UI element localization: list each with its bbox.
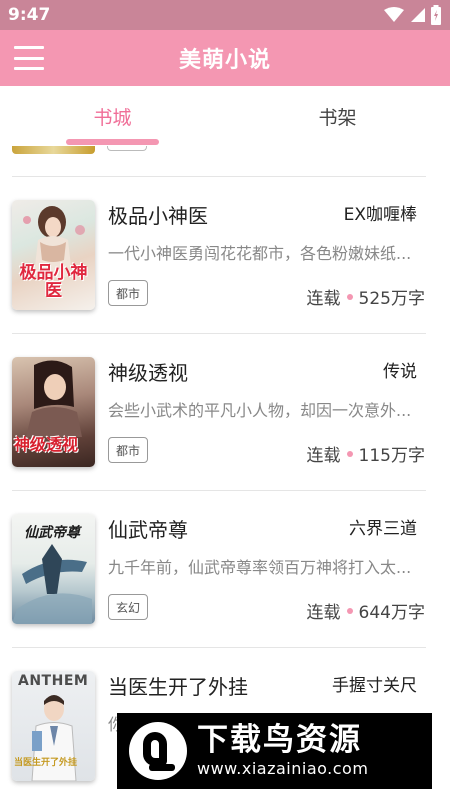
book-title: 当医生开了外挂	[108, 675, 248, 699]
watermark-url: www.xiazainiao.com	[197, 759, 369, 778]
status-icons	[379, 5, 442, 25]
book-description: 一代小神医勇闯花花都市，各色粉嫩妹纸...	[108, 244, 412, 263]
genre-tag: 都市	[108, 280, 149, 306]
dot-separator	[346, 293, 353, 300]
book-cover	[12, 146, 95, 154]
genre-tag: 玄幻	[108, 594, 149, 620]
word-count: 525万字	[358, 289, 425, 309]
tab-bookshelf[interactable]: 书架	[225, 86, 450, 146]
watermark-banner: 下载鸟资源 www.xiazainiao.com	[117, 713, 432, 789]
list-item-book[interactable]: 仙武帝尊 仙武帝尊 六界三道 九千年前，仙武帝尊率领百万神将打入太... 玄幻 …	[12, 514, 427, 629]
book-cover: 神级透视	[12, 357, 95, 467]
app-bar: 美萌小说	[0, 30, 450, 86]
book-title: 神级透视	[108, 361, 188, 385]
cover-title: 仙武帝尊	[24, 525, 80, 541]
divider	[12, 647, 426, 648]
book-stats: 连载 525万字	[307, 284, 425, 309]
divider	[12, 333, 426, 334]
app-title: 美萌小说	[178, 48, 271, 73]
cover-subtitle: 当医生开了外挂	[14, 758, 78, 768]
book-stats: 连载 115万字	[307, 441, 425, 466]
genre-tag: 都市	[108, 437, 149, 463]
book-author: EX咖喱棒	[343, 205, 417, 225]
book-stats: 连载 644万字	[307, 598, 425, 623]
book-title: 极品小神医	[108, 204, 208, 228]
divider	[12, 490, 426, 491]
cover-title: 神级透视	[14, 435, 79, 454]
signal-icon	[411, 8, 425, 22]
book-author: 手握寸关尺	[332, 676, 417, 696]
watermark-name: 下载鸟资源	[197, 722, 362, 758]
list-item-book[interactable]: 神级透视 神级透视 传说 会些小武术的平凡小人物，却因一次意外... 都市 连载…	[12, 357, 427, 472]
menu-line	[14, 46, 44, 49]
book-title: 仙武帝尊	[108, 518, 188, 542]
watermark-text: 下载鸟资源 www.xiazainiao.com	[197, 722, 368, 780]
battery-icon	[431, 5, 441, 25]
tab-bookstore[interactable]: 书城	[0, 86, 225, 146]
cover-title: 极品小神医	[19, 263, 88, 301]
word-count: 644万字	[358, 603, 425, 623]
tab-bar: 书城 书架	[0, 86, 450, 146]
genre-tag	[107, 146, 147, 151]
book-status: 连载	[306, 603, 341, 623]
book-description: 会些小武术的平凡小人物，却因一次意外...	[108, 401, 412, 420]
book-cover: 极品小神医	[12, 200, 95, 310]
tab-active-indicator	[66, 139, 159, 145]
status-bar: 9:47	[0, 0, 450, 30]
book-author: 六界三道	[349, 519, 417, 539]
dot-separator	[346, 450, 353, 457]
menu-line	[14, 56, 44, 60]
book-description: 九千年前，仙武帝尊率领百万神将打入太...	[108, 558, 412, 577]
hamburger-menu-icon[interactable]	[14, 43, 44, 73]
book-status: 连载	[306, 446, 341, 466]
dot-separator	[346, 607, 353, 614]
status-time: 9:47	[8, 5, 51, 25]
divider	[12, 176, 426, 177]
bird-logo-icon	[129, 722, 187, 780]
book-status: 连载	[306, 289, 341, 309]
list-item-partial[interactable]	[12, 146, 427, 176]
book-author: 传说	[383, 362, 417, 382]
list-item-book[interactable]: 极品小神医 极品小神医 EX咖喱棒 一代小神医勇闯花花都市，各色粉嫩妹纸... …	[12, 200, 427, 315]
menu-line	[14, 67, 44, 70]
word-count: 115万字	[358, 446, 425, 466]
book-cover: ANTHEM 当医生开了外挂	[12, 671, 95, 781]
book-cover: 仙武帝尊	[12, 514, 95, 624]
book-list[interactable]: 极品小神医 极品小神医 EX咖喱棒 一代小神医勇闯花花都市，各色粉嫩妹纸... …	[0, 146, 450, 800]
wifi-icon	[384, 7, 404, 22]
